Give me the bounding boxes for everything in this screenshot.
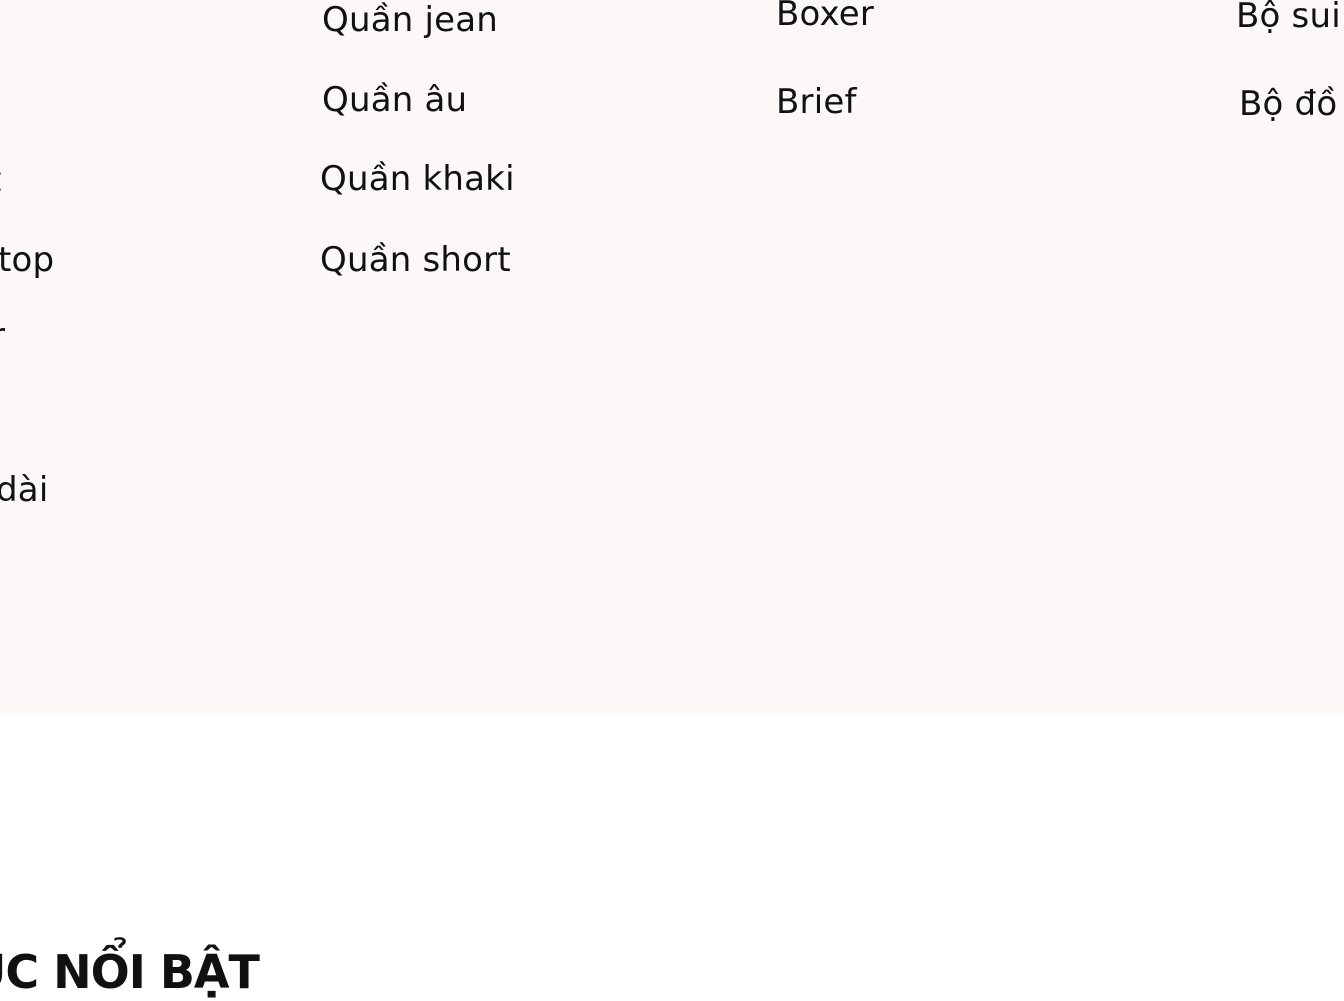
mega-menu-panel: t top r dài Quần jean Quần âu Quần khaki… <box>0 0 1344 713</box>
menu-link-brief[interactable]: Brief <box>776 82 857 122</box>
featured-categories-heading: ỤC NỔI BẬT <box>0 945 260 1000</box>
menu-link-quan-au[interactable]: Quần âu <box>322 80 467 120</box>
menu-link-boxer[interactable]: Boxer <box>776 0 874 34</box>
menu-link-col1-item-2[interactable]: top <box>0 240 54 280</box>
menu-link-bo-suit[interactable]: Bộ sui <box>1236 0 1341 36</box>
menu-link-col1-item-1[interactable]: t <box>0 160 2 200</box>
menu-link-col1-item-4[interactable]: dài <box>0 470 48 510</box>
menu-link-quan-khaki[interactable]: Quần khaki <box>320 159 515 199</box>
menu-link-bo-do[interactable]: Bộ đồ <box>1239 84 1337 124</box>
menu-link-col1-item-3[interactable]: r <box>0 316 5 356</box>
menu-link-quan-short[interactable]: Quần short <box>320 240 511 280</box>
menu-link-quan-jean[interactable]: Quần jean <box>322 0 498 40</box>
